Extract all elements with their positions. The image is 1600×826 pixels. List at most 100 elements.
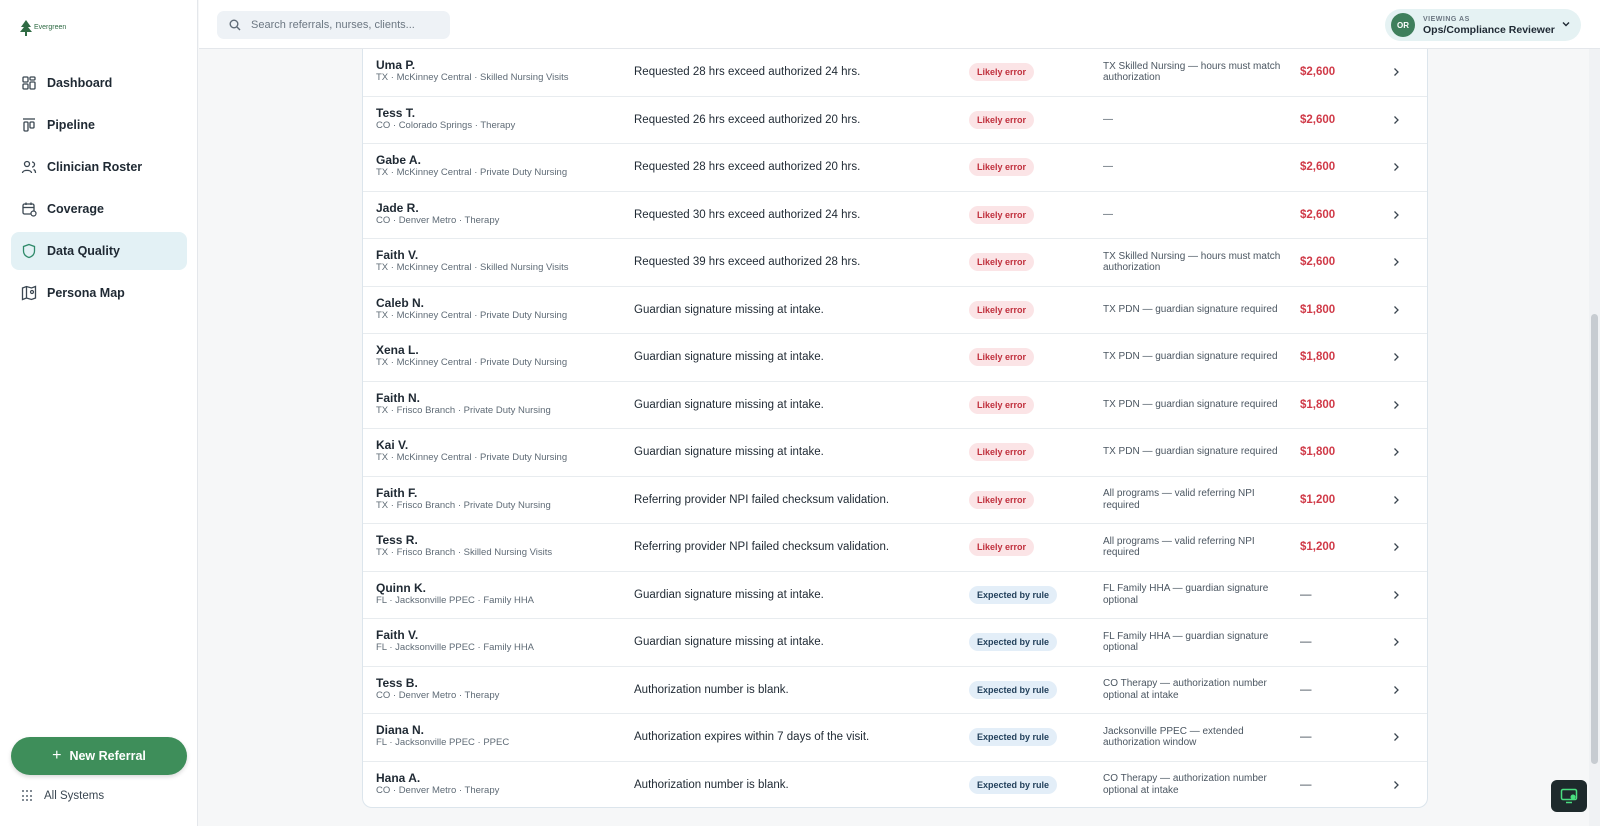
new-referral-label: New Referral <box>69 749 146 763</box>
sidebar: Evergreen Dashboard Pipeline Clinician Ros… <box>0 0 198 826</box>
chevron-right-icon <box>1394 68 1399 76</box>
table-row[interactable]: Kai V. TX · McKinney Central · Private Du… <box>363 429 1427 477</box>
client-name: Quinn K. <box>376 580 426 595</box>
page-scrollbar[interactable] <box>1589 49 1600 826</box>
rule-text: CO Therapy — authorization number option… <box>1103 678 1267 701</box>
client-cell: Faith F. TX · Frisco Branch · Private Dut… <box>376 486 621 512</box>
client-name: Faith F. <box>376 485 418 500</box>
sidebar-item-label: Clinician Roster <box>47 160 143 174</box>
table-row[interactable]: Diana N. FL · Jacksonville PPEC · PPEC Aut… <box>363 714 1427 762</box>
client-meta: TX · Frisco Branch · Private Duty Nursin… <box>376 404 551 416</box>
top-bar: OR VIEWING AS Ops/Compliance Reviewer <box>199 0 1600 49</box>
status-badge: Likely error <box>969 538 1035 556</box>
rule-text: — <box>1103 161 1113 173</box>
row-open-button[interactable] <box>1391 334 1401 380</box>
sidebar-item-label: Data Quality <box>47 244 120 258</box>
chevron-right-icon <box>1394 495 1399 504</box>
issue-text: Guardian signature missing at intake. <box>634 446 824 458</box>
row-open-button[interactable] <box>1391 667 1401 713</box>
sidebar-item-label: Persona Map <box>47 286 125 300</box>
sidebar-item-clinician-roster[interactable]: Clinician Roster <box>11 148 187 186</box>
all-systems-link[interactable]: All Systems <box>22 790 104 802</box>
table-row[interactable]: Quinn K. FL · Jacksonville PPEC · Family … <box>363 572 1427 619</box>
row-open-button[interactable] <box>1391 477 1401 523</box>
sidebar-item-label: Dashboard <box>47 76 113 90</box>
amount-at-risk: $2,600 <box>1300 113 1336 126</box>
grid-icon <box>22 790 34 802</box>
status-badge: Likely error <box>969 395 1035 414</box>
table-row[interactable]: Faith F. TX · Frisco Branch · Private Dut… <box>363 477 1427 524</box>
sidebar-item-persona-map[interactable]: Persona Map <box>11 274 187 312</box>
client-meta: TX · Frisco Branch · Private Duty Nursin… <box>376 499 551 511</box>
issue-text: Requested 28 hrs exceed authorized 24 hr… <box>634 66 861 78</box>
issue-text: Guardian signature missing at intake. <box>634 398 824 411</box>
rule-text: FL Family HHA — guardian signature optio… <box>1103 583 1269 606</box>
viewing-as-switcher[interactable]: OR VIEWING AS Ops/Compliance Reviewer <box>1385 9 1581 41</box>
row-open-button[interactable] <box>1391 382 1401 428</box>
row-open-button[interactable] <box>1391 97 1401 143</box>
row-open-button[interactable] <box>1391 524 1401 570</box>
row-open-button[interactable] <box>1391 49 1401 95</box>
row-open-button[interactable] <box>1391 192 1401 238</box>
table-row[interactable]: Tess R. TX · Frisco Branch · Skilled Nurs… <box>363 524 1427 572</box>
client-cell: Hana A. CO · Denver Metro · Therapy <box>376 771 621 797</box>
amount-at-risk: $2,600 <box>1300 161 1336 173</box>
table-row[interactable]: Tess B. CO · Denver Metro · Therapy Author… <box>363 667 1427 714</box>
table-row[interactable]: Jade R. CO · Denver Metro · Therapy Reques… <box>363 192 1427 239</box>
row-open-button[interactable] <box>1391 287 1401 333</box>
issue-text: Requested 26 hrs exceed authorized 20 hr… <box>634 113 861 126</box>
table-row[interactable]: Xena L. TX · McKinney Central · Private D… <box>363 334 1427 382</box>
row-open-button[interactable] <box>1391 429 1401 475</box>
row-open-button[interactable] <box>1391 714 1401 760</box>
sidebar-item-label: Coverage <box>47 202 104 216</box>
rule-text: All programs — valid referring NPI requi… <box>1103 535 1255 559</box>
status-badge: Likely error <box>969 205 1035 224</box>
chevron-right-icon <box>1394 733 1399 741</box>
scrollbar-thumb[interactable] <box>1591 314 1598 764</box>
client-meta: CO · Denver Metro · Therapy <box>376 689 500 701</box>
row-open-button[interactable] <box>1391 572 1401 618</box>
client-name: Hana A. <box>376 770 421 785</box>
support-chat-button[interactable] <box>1551 780 1587 812</box>
rule-text: — <box>1103 208 1113 220</box>
client-meta: FL · Jacksonville PPEC · Family HHA <box>376 594 535 606</box>
client-meta: TX · McKinney Central · Skilled Nursing … <box>376 72 569 83</box>
row-open-button[interactable] <box>1391 619 1401 665</box>
amount-at-risk: $1,800 <box>1300 303 1336 316</box>
row-open-button[interactable] <box>1391 762 1401 808</box>
rule-text: Jacksonville PPEC — extended authorizati… <box>1103 725 1244 749</box>
client-name: Caleb N. <box>376 295 425 310</box>
table-row[interactable]: Faith N. TX · Frisco Branch · Private Dut… <box>363 382 1427 429</box>
client-cell: Diana N. FL · Jacksonville PPEC · PPEC <box>376 723 621 749</box>
new-referral-button[interactable]: + New Referral <box>11 737 187 775</box>
search-input[interactable] <box>249 18 443 32</box>
table-row[interactable]: Hana A. CO · Denver Metro · Therapy Author… <box>363 762 1427 810</box>
client-cell: Tess B. CO · Denver Metro · Therapy <box>376 676 621 702</box>
search-box[interactable] <box>217 11 450 39</box>
sidebar-item-pipeline[interactable]: Pipeline <box>11 106 187 144</box>
table-row[interactable]: Faith V. TX · McKinney Central · Skilled … <box>363 239 1427 287</box>
chevron-right-icon <box>1394 685 1399 694</box>
row-open-button[interactable] <box>1391 144 1401 190</box>
amount-at-risk: — <box>1300 636 1312 648</box>
sidebar-item-dashboard[interactable]: Dashboard <box>11 64 187 102</box>
table-row[interactable]: Faith V. FL · Jacksonville PPEC · Family … <box>363 619 1427 667</box>
table-row[interactable]: Tess T. CO · Colorado Springs · Therapy Re… <box>363 97 1427 144</box>
chevron-down-icon <box>1562 22 1570 27</box>
rule-text: FL Family HHA — guardian signature optio… <box>1103 630 1269 654</box>
client-meta: TX · McKinney Central · Private Duty Nur… <box>376 167 568 178</box>
sidebar-item-coverage[interactable]: Coverage <box>11 190 187 228</box>
table-row[interactable]: Gabe A. TX · McKinney Central · Private D… <box>363 144 1427 192</box>
sidebar-item-data-quality[interactable]: Data Quality <box>11 232 187 270</box>
table-row[interactable]: Uma P. TX · McKinney Central · Skilled Nu… <box>363 49 1427 97</box>
row-open-button[interactable] <box>1391 239 1401 285</box>
client-name: Tess R. <box>376 533 418 547</box>
table-row[interactable]: Caleb N. TX · McKinney Central · Private … <box>363 287 1427 334</box>
chevron-right-icon <box>1394 638 1399 646</box>
app-logo[interactable]: Evergreen <box>20 20 66 36</box>
search-icon <box>229 19 241 31</box>
status-badge: Expected by rule <box>969 775 1058 794</box>
issue-text: Authorization expires within 7 days of t… <box>634 731 870 743</box>
data-quality-table: Uma P. TX · McKinney Central · Skilled Nu… <box>362 49 1428 808</box>
amount-at-risk: $2,600 <box>1300 256 1336 268</box>
